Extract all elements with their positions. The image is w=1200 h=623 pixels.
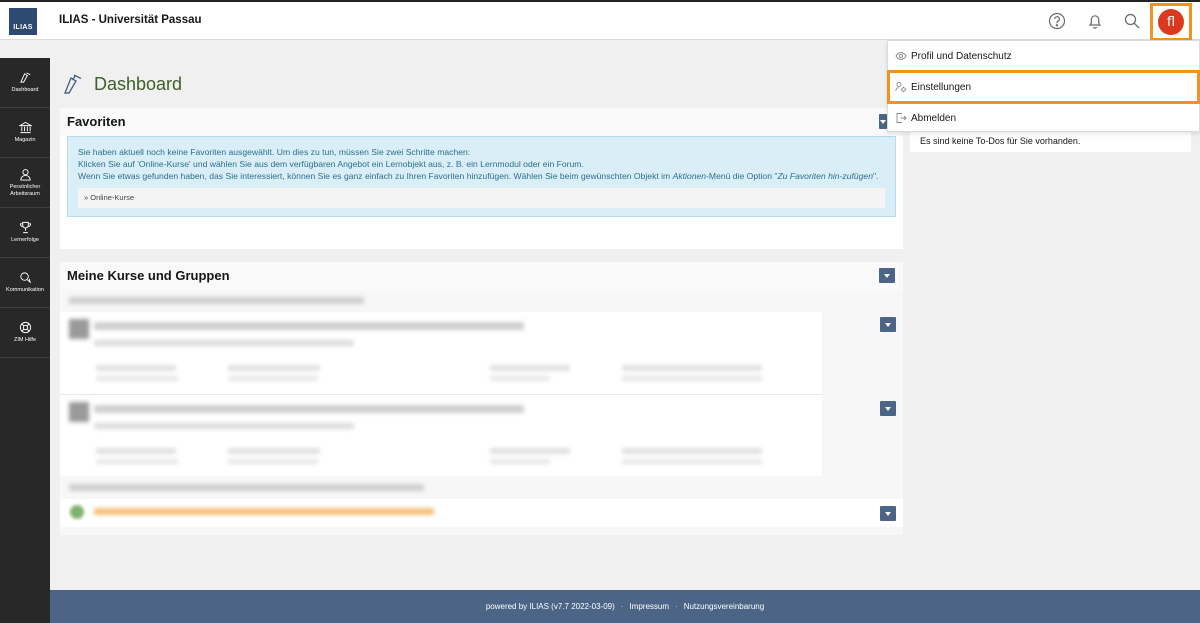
sidebar-item-zim-hilfe[interactable]: ZIM Hilfe <box>0 308 50 358</box>
person-icon <box>19 169 31 181</box>
list-item[interactable] <box>60 394 822 476</box>
course-icon <box>69 319 89 339</box>
menu-item-logout[interactable]: Abmelden <box>888 103 1199 133</box>
sidebar-item-label: Magazin <box>14 137 36 144</box>
sidebar-item-dashboard[interactable]: Dashboard <box>0 58 50 108</box>
logout-icon <box>896 113 907 123</box>
online-kurse-link[interactable]: » Online-Kurse <box>78 188 885 208</box>
courses-panel: Meine Kurse und Gruppen <box>60 262 903 535</box>
menu-item-label: Profil und Datenschutz <box>911 50 1012 62</box>
sidebar-item-persoenlicher-arbeitsraum[interactable]: Persönlicher Arbeitsraum <box>0 158 50 208</box>
user-menu-dropdown: Profil und Datenschutz Einstellungen Abm… <box>887 40 1200 132</box>
sidebar-item-label: Kommunikation <box>6 287 44 294</box>
eye-icon <box>895 52 907 60</box>
course-item-actions-dropdown[interactable] <box>880 317 896 332</box>
sidebar-item-label: ZIM Hilfe <box>14 337 36 344</box>
favorites-info-message: Sie haben aktuell noch keine Favoriten a… <box>67 136 896 217</box>
course-group-header <box>60 290 903 312</box>
sidebar-item-label: Dashboard <box>11 87 39 94</box>
chat-icon <box>19 272 31 284</box>
list-item[interactable] <box>60 499 903 527</box>
menu-item-label: Abmelden <box>911 112 957 124</box>
group-item-actions-dropdown[interactable] <box>880 506 896 521</box>
footer-terms-link[interactable]: Nutzungsvereinbarung <box>684 602 765 611</box>
dashboard-icon <box>63 74 82 94</box>
sidebar-item-label: Lernerfolge <box>11 237 39 244</box>
courses-heading: Meine Kurse und Gruppen <box>67 268 230 283</box>
courses-title: Meine Kurse und Gruppen <box>60 262 903 290</box>
courses-actions-dropdown[interactable] <box>879 268 895 283</box>
info-text: Wenn Sie etwas gefunden haben, das Sie i… <box>78 171 879 181</box>
bell-icon[interactable] <box>1085 11 1105 31</box>
footer: powered by ILIAS (v7.7 2022-03-09) · Imp… <box>50 590 1200 623</box>
dashboard-icon <box>19 72 30 83</box>
top-bar: ILIAS ILIAS - Universität Passau fl <box>0 0 1200 41</box>
sidebar-item-label: Persönlicher Arbeitsraum <box>9 184 41 197</box>
todo-empty-text: Es sind keine To-Dos für Sie vorhanden. <box>920 136 1081 146</box>
footer-version: powered by ILIAS (v7.7 2022-03-09) <box>485 602 615 611</box>
search-icon[interactable] <box>1122 11 1142 31</box>
favorites-heading: Favoriten <box>67 114 126 129</box>
info-text: Klicken Sie auf 'Online-Kurse' und wähle… <box>78 159 584 169</box>
sidebar-item-kommunikation[interactable]: Kommunikation <box>0 258 50 308</box>
footer-separator: · <box>620 602 624 611</box>
favorites-title: Favoriten <box>60 108 903 136</box>
footer-separator: · <box>675 602 678 611</box>
ilias-logo[interactable]: ILIAS <box>9 8 37 35</box>
settings-icon <box>895 82 907 93</box>
menu-item-label: Einstellungen <box>911 81 972 93</box>
user-avatar-button[interactable]: fl <box>1150 3 1192 41</box>
course-icon <box>69 402 89 422</box>
course-item-actions-dropdown[interactable] <box>880 401 896 416</box>
menu-item-settings[interactable]: Einstellungen <box>887 70 1200 104</box>
avatar: fl <box>1158 9 1184 35</box>
sidebar-item-magazin[interactable]: Magazin <box>0 108 50 158</box>
page-title: Dashboard <box>94 74 183 94</box>
help-icon[interactable] <box>1047 11 1067 31</box>
todo-panel: Es sind keine To-Dos für Sie vorhanden. <box>910 132 1191 152</box>
sidebar-item-lernerfolge[interactable]: Lernerfolge <box>0 208 50 258</box>
lifebuoy-icon <box>19 322 31 334</box>
favorites-actions-dropdown[interactable] <box>879 114 887 129</box>
group-icon <box>70 505 84 519</box>
menu-item-profile[interactable]: Profil und Datenschutz <box>888 41 1199 71</box>
course-group-header <box>60 477 903 499</box>
repository-icon <box>18 122 32 134</box>
info-text: Sie haben aktuell noch keine Favoriten a… <box>78 147 471 157</box>
favorites-panel: Favoriten Sie haben aktuell noch keine F… <box>60 108 903 249</box>
app-title: ILIAS - Universität Passau <box>59 14 202 26</box>
footer-imprint-link[interactable]: Impressum <box>629 602 669 611</box>
trophy-icon <box>19 222 31 234</box>
list-item[interactable] <box>60 312 822 394</box>
main-sidebar: Dashboard Magazin Persönlicher Arbeitsra… <box>0 58 50 623</box>
